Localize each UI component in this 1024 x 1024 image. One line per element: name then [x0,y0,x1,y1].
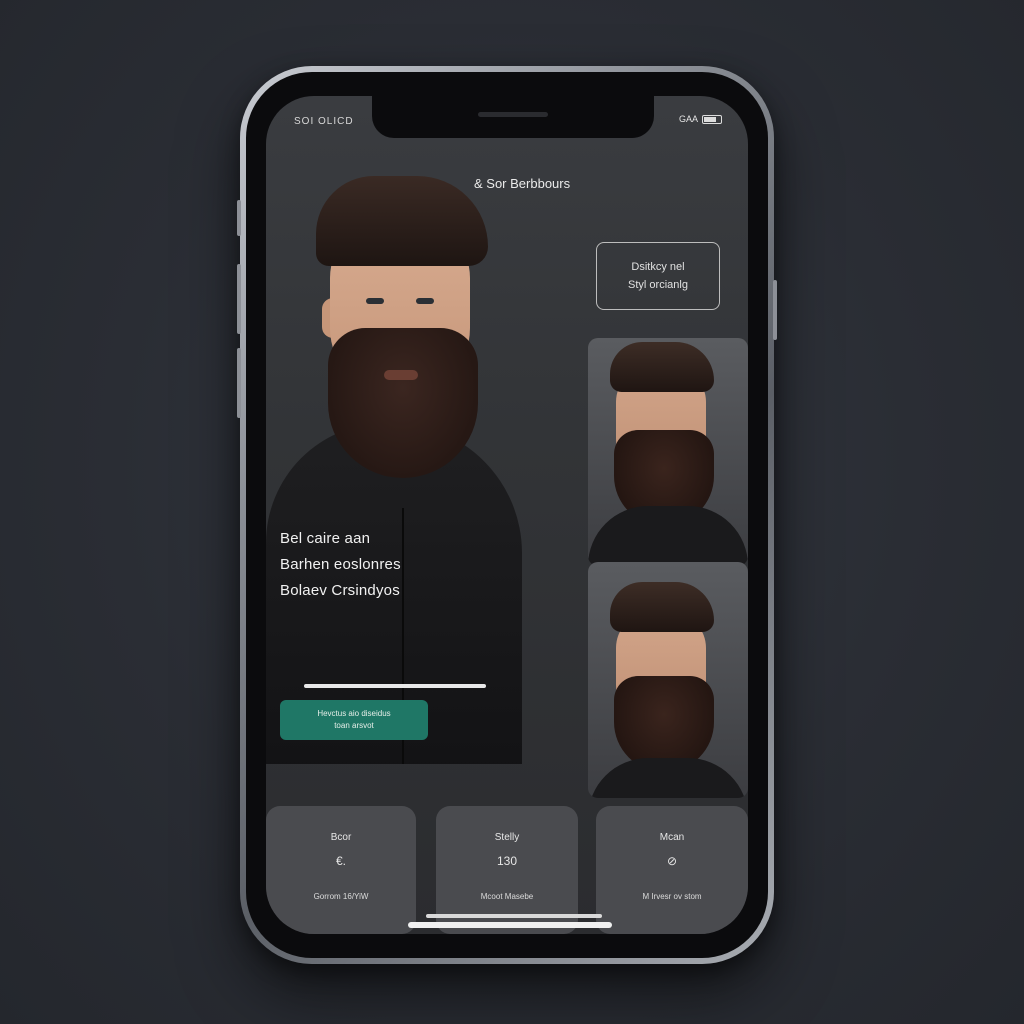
stat-sub: Mcoot Masebe [480,892,534,901]
hero-cta-button[interactable]: Hevctus aio diseidus toan arsvot [280,700,428,740]
mute-switch [237,200,241,236]
hero-divider [304,684,486,688]
status-bar-left: SOI OLICD [294,116,354,127]
info-box-line1: Dsitkcy nel [631,261,685,273]
app-screen: SOI OLICD GAA & Sor Berbbours Dsitkcy ne… [266,96,748,934]
info-box-button[interactable]: Dsitkcy nel Styl orcianlg [596,242,720,310]
cta-line1: Hevctus aio diseidus [317,709,391,718]
stat-value: €. [335,854,346,868]
stat-label: Mcan [659,832,685,843]
cta-line2: toan arsvot [334,721,374,730]
portrait-hair [316,176,488,266]
portrait-mouth [384,370,418,380]
notch [372,96,654,138]
speaker-grille [478,112,548,117]
card-shirt [588,758,748,798]
card-hair [610,582,714,632]
stat-sub: M Irvesr ov stom [642,892,702,901]
card-hair [610,342,714,392]
hero-portrait [266,138,522,764]
hero-title: Bel caire aan Barhen eoslonres Bolaev Cr… [280,526,401,604]
portrait-eye-left [366,298,384,304]
signal-text: GAA [678,114,698,124]
home-indicator[interactable] [408,922,612,928]
stat-label: Stelly [494,832,520,843]
status-bar-right: GAA [679,114,722,124]
portrait-beard [328,328,478,478]
portrait-eye-right [416,298,434,304]
battery-icon [702,114,722,124]
power-button [773,280,777,340]
stat-sub: Gorrom 16/YiW [313,892,369,901]
gallery-card-2[interactable] [588,562,748,798]
stat-value: ⊘ [666,854,678,868]
stat-value: 130 [496,854,518,868]
stat-card-1[interactable]: Bcor €. Gorrom 16/YiW [266,806,416,934]
stats-bar: Bcor €. Gorrom 16/YiW Stelly 130 Mcoot M… [266,794,748,934]
info-box-line2: Styl orcianlg [628,279,688,291]
hero-title-line: Bolaev Crsindyos [280,582,400,599]
stat-card-3[interactable]: Mcan ⊘ M Irvesr ov stom [596,806,748,934]
home-indicator-shadow [426,914,602,918]
gallery-card-1[interactable] [588,338,748,566]
brand-title: & Sor Berbbours [474,176,571,191]
phone-frame: SOI OLICD GAA & Sor Berbbours Dsitkcy ne… [237,66,777,964]
card-shirt [588,506,748,566]
hero-title-line: Barhen eoslonres [280,556,401,573]
hero-title-line: Bel caire aan [280,530,371,547]
volume-up-button [237,264,241,334]
stat-label: Bcor [330,832,352,843]
volume-down-button [237,348,241,418]
